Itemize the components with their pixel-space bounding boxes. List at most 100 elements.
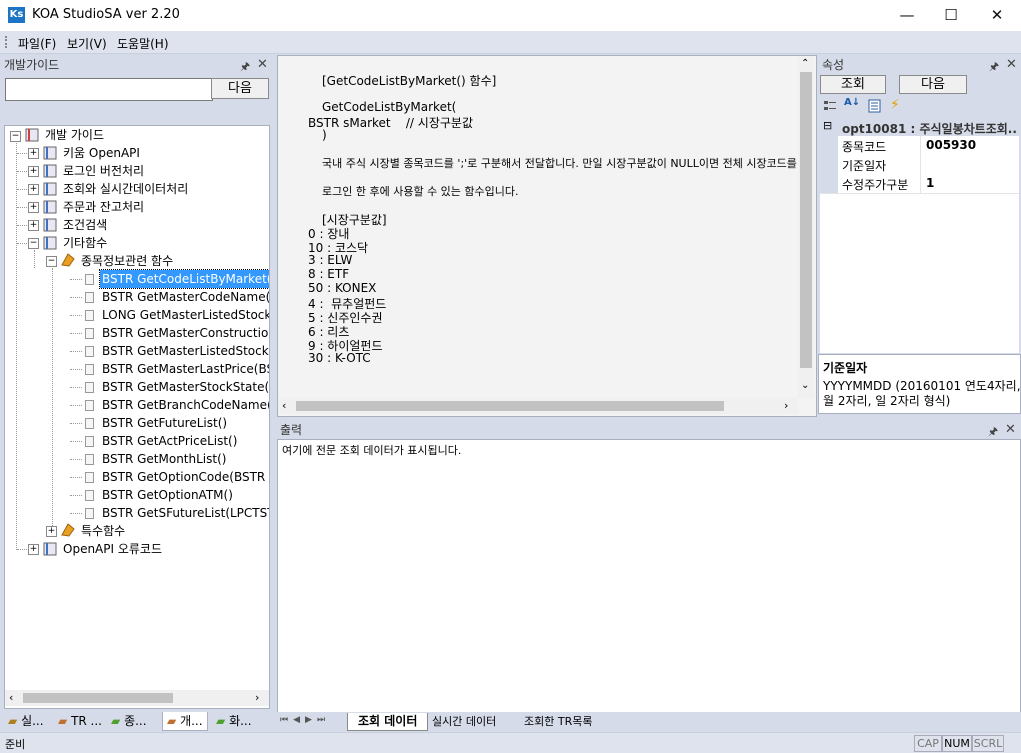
tab-dev[interactable]: ▰ 개... bbox=[162, 712, 208, 731]
menu-help[interactable]: 도움말(H) bbox=[117, 35, 169, 52]
props-close-icon[interactable]: ✕ bbox=[1006, 57, 1017, 72]
tree-root[interactable]: 개발 가이드 bbox=[45, 126, 104, 144]
tree-special[interactable]: 특수함수 bbox=[81, 522, 125, 540]
tree-subgroup[interactable]: 종목정보관련 함수 bbox=[81, 252, 173, 270]
tree-item[interactable]: 주문과 잔고처리 bbox=[63, 198, 144, 216]
app-icon: Ks bbox=[8, 7, 25, 23]
doc-icon bbox=[85, 508, 94, 519]
minimize-button[interactable]: — bbox=[884, 0, 930, 31]
num-indicator: NUM bbox=[942, 735, 972, 752]
doc-icon bbox=[85, 436, 94, 447]
tab-tr[interactable]: ▰ TR ... bbox=[58, 712, 102, 730]
tab-stock[interactable]: ▰ 종... bbox=[111, 712, 147, 730]
close-button[interactable]: ✕ bbox=[974, 0, 1020, 31]
title-bar: Ks KOA StudioSA ver 2.20 — ☐ ✕ bbox=[0, 0, 1021, 32]
doc-heading: [GetCodeListByMarket() 함수] bbox=[322, 74, 497, 88]
property-pages-icon[interactable] bbox=[867, 98, 883, 114]
tree-item[interactable]: 조회와 실시간데이터처리 bbox=[63, 180, 188, 198]
doc-list-item: 50 : KONEX bbox=[308, 281, 377, 295]
prop-row[interactable]: 기준일자 bbox=[820, 155, 1019, 175]
events-icon[interactable]: ⚡ bbox=[890, 97, 900, 113]
tree-function[interactable]: BSTR GetMasterStockState(BST bbox=[100, 378, 269, 396]
doc-icon bbox=[85, 454, 94, 465]
doc-icon bbox=[85, 346, 94, 357]
tab-realtime[interactable]: ▰ 실... bbox=[8, 712, 44, 730]
output-tabs: ⏮◀▶⏭ 조회 데이터 실시간 데이터 조회한 TR목록 bbox=[277, 712, 1021, 732]
tree-function[interactable]: BSTR GetOptionCode(BSTR str bbox=[100, 468, 269, 486]
tree-item[interactable]: 조건검색 bbox=[63, 216, 107, 234]
prop-row[interactable]: 수정주가구분 1 bbox=[820, 174, 1019, 194]
sort-az-icon[interactable]: A↓ bbox=[844, 97, 860, 108]
props-next-button[interactable]: 다음 bbox=[899, 75, 967, 94]
tree-function[interactable]: BSTR GetMonthList() bbox=[100, 450, 228, 468]
doc-icon bbox=[85, 328, 94, 339]
tree-item[interactable]: 키움 OpenAPI bbox=[63, 144, 140, 162]
menu-file[interactable]: 파일(F) bbox=[18, 35, 56, 52]
prop-label: 수정주가구분 bbox=[842, 178, 909, 192]
doc-signature: GetCodeListByMarket( bbox=[322, 100, 457, 114]
tree-function[interactable]: BSTR GetOptionATM() bbox=[100, 486, 235, 504]
output-area[interactable]: 여기에 전문 조회 데이터가 표시됩니다. bbox=[277, 439, 1021, 714]
collapse-icon[interactable]: ⊟ bbox=[823, 119, 832, 132]
tree-hscroll[interactable]: ‹ › bbox=[5, 690, 269, 706]
pin-icon[interactable]: 🖈 bbox=[240, 58, 250, 77]
tree-item[interactable]: 기타함수 bbox=[63, 234, 107, 252]
caps-indicator: CAP bbox=[914, 735, 942, 752]
book-icon bbox=[43, 236, 57, 250]
prop-value[interactable]: 1 bbox=[926, 176, 934, 190]
grip-handle bbox=[5, 36, 9, 48]
tree-item[interactable]: OpenAPI 오류코드 bbox=[63, 540, 162, 558]
doc-icon bbox=[85, 400, 94, 411]
tree-item[interactable]: 로그인 버전처리 bbox=[63, 162, 144, 180]
tree-function[interactable]: BSTR GetMasterCodeName(BST bbox=[100, 288, 269, 306]
query-button[interactable]: 조회 bbox=[820, 75, 886, 94]
search-next-button[interactable]: 다음 bbox=[211, 78, 269, 99]
output-text: 여기에 전문 조회 데이터가 표시됩니다. bbox=[282, 444, 462, 457]
book-icon bbox=[25, 128, 39, 142]
guide-tree[interactable]: − 개발 가이드 + 키움 OpenAPI + 로그인 버전처리 + 조회와 실시간데이터… bbox=[4, 125, 270, 709]
tree-function[interactable]: LONG GetMasterListedStockCn bbox=[100, 306, 269, 324]
book-icon bbox=[43, 200, 57, 214]
doc-icon bbox=[85, 364, 94, 375]
doc-icon bbox=[85, 274, 94, 285]
tab-screen[interactable]: ▰ 화... bbox=[216, 712, 252, 730]
tree-function[interactable]: BSTR GetSFutureList(LPCTSTR s bbox=[100, 504, 269, 522]
prop-row[interactable]: 종목코드 005930 bbox=[820, 136, 1019, 156]
doc-icon bbox=[85, 418, 94, 429]
search-input[interactable] bbox=[5, 78, 213, 101]
doc-hscroll[interactable]: ‹ › bbox=[278, 398, 798, 414]
tree-function[interactable]: BSTR GetMasterListedStockDat bbox=[100, 342, 269, 360]
tab-query-data[interactable]: 조회 데이터 bbox=[347, 713, 429, 731]
tab-realtime-data[interactable]: 실시간 데이터 bbox=[432, 713, 496, 730]
prop-value[interactable]: 005930 bbox=[926, 138, 976, 152]
output-close-icon[interactable]: ✕ bbox=[1005, 422, 1016, 437]
doc-list-item: 8 : ETF bbox=[308, 267, 350, 281]
book-icon bbox=[43, 542, 57, 556]
prop-group[interactable]: ⊟ opt10081 : 주식일봉차트조회... bbox=[820, 118, 1019, 136]
tree-function[interactable]: BSTR GetBranchCodeName() bbox=[100, 396, 269, 414]
tab-tr-list[interactable]: 조회한 TR목록 bbox=[524, 713, 592, 730]
props-pin-icon[interactable]: 🖈 bbox=[989, 58, 999, 77]
tree-function[interactable]: BSTR GetMasterLastPrice(BSTR bbox=[100, 360, 269, 378]
menu-bar: 파일(F) 보기(V) 도움말(H) bbox=[0, 31, 1021, 54]
tree-function[interactable]: BSTR GetFutureList() bbox=[100, 414, 229, 432]
folder-icon bbox=[61, 523, 75, 537]
categorized-icon[interactable] bbox=[822, 98, 838, 114]
tree-function[interactable]: BSTR GetActPriceList() bbox=[100, 432, 239, 450]
doc-description: 국내 주식 시장별 종목코드를 ';'로 구분해서 전달합니다. 만일 시장구분… bbox=[322, 157, 797, 170]
doc-viewer[interactable]: [GetCodeListByMarket() 함수] GetCodeListBy… bbox=[277, 55, 817, 417]
left-tabs: ▰ 실... ▰ TR ... ▰ 종... ▰ 개... ▰ 화... bbox=[0, 709, 272, 731]
folder-icon bbox=[61, 253, 75, 267]
tree-function[interactable]: BSTR GetMasterConstruction(B bbox=[100, 324, 269, 342]
status-text: 준비 bbox=[5, 738, 26, 751]
close-icon[interactable]: ✕ bbox=[257, 57, 268, 72]
maximize-button[interactable]: ☐ bbox=[928, 0, 974, 31]
menu-view[interactable]: 보기(V) bbox=[67, 35, 107, 52]
book-icon bbox=[43, 146, 57, 160]
doc-vscroll[interactable]: ⌃ ⌄ bbox=[798, 56, 814, 398]
tree-function[interactable]: BSTR GetCodeListByMarket(BSTR bbox=[99, 269, 269, 289]
doc-icon bbox=[85, 472, 94, 483]
doc-note: 로그인 한 후에 사용할 수 있는 함수입니다. bbox=[322, 185, 519, 198]
status-bar: 준비 CAP NUM SCRL bbox=[0, 732, 1021, 753]
tab-nav-arrows[interactable]: ⏮◀▶⏭ bbox=[280, 715, 330, 725]
